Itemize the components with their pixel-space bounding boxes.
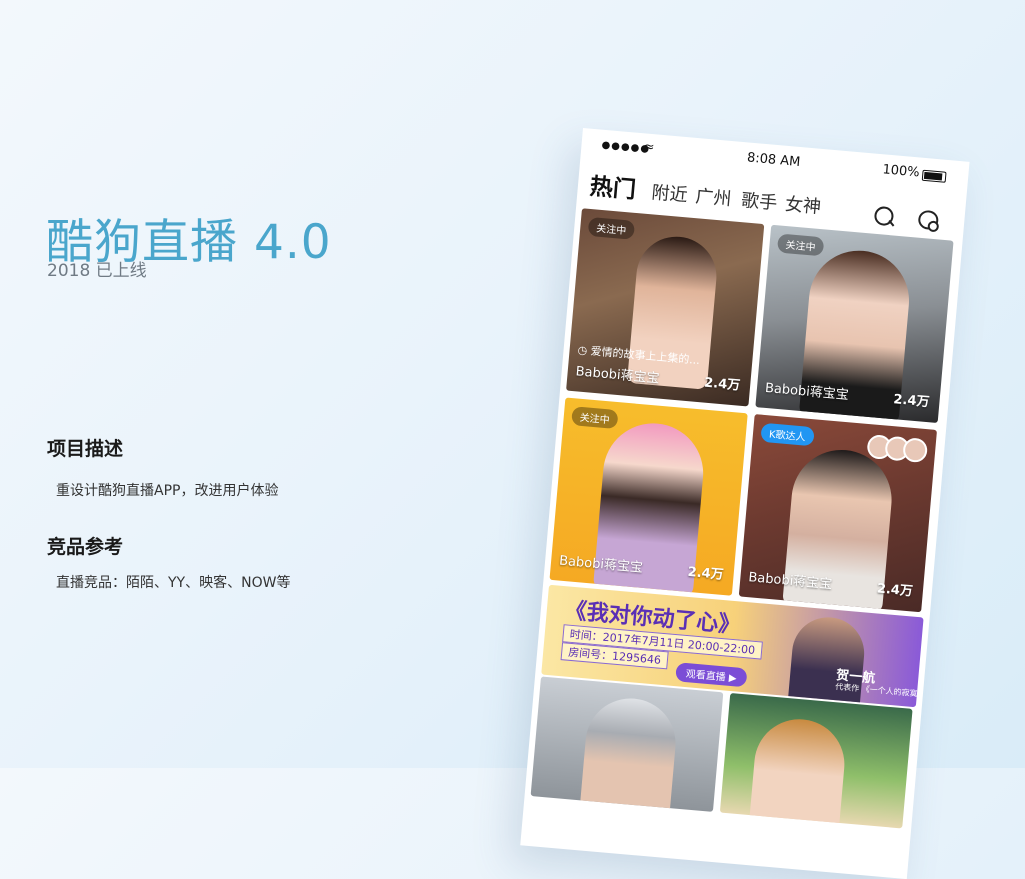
section-body-description: 重设计酷狗直播APP，改进用户体验: [56, 483, 279, 499]
tab-singer[interactable]: 歌手: [740, 186, 778, 215]
viewer-count: 2.4万: [892, 392, 931, 411]
category-tabs: 热门 附近 广州 歌手 女神: [588, 169, 822, 218]
streamer-photo: [579, 694, 680, 812]
live-room-card[interactable]: [530, 676, 724, 812]
page-subtitle: 2018 已上线: [47, 261, 147, 281]
rep-work: 《一个人的寂寞两个人的错》: [861, 684, 924, 703]
live-room-card[interactable]: 关注中 Babobi蒋宝宝 2.4万: [549, 397, 748, 596]
following-badge: 关注中: [571, 406, 619, 430]
message-icon[interactable]: [915, 207, 941, 233]
section-heading-description: 项目描述: [47, 438, 124, 460]
status-time: 8:08 AM: [746, 150, 801, 171]
tab-goddess[interactable]: 女神: [784, 190, 822, 219]
rep-label: 代表作: [834, 682, 860, 694]
play-icon: ▶: [728, 672, 737, 685]
tab-nearby[interactable]: 附近: [651, 178, 689, 207]
live-room-card[interactable]: 关注中 Babobi蒋宝宝 2.4万: [755, 224, 954, 424]
viewer-count: 2.4万: [876, 581, 914, 600]
wifi-icon: ≈: [642, 139, 656, 156]
battery-percent: 100%: [881, 162, 921, 181]
following-badge: 关注中: [587, 216, 636, 240]
following-badge: 关注中: [776, 233, 825, 257]
battery-icon: [921, 169, 947, 183]
phone-mockup: ●●●●● ≈ 8:08 AM 100% 热门 附近 广州 歌手 女神 关注中 …: [520, 128, 970, 879]
tab-hot[interactable]: 热门: [589, 167, 638, 205]
k-singer-badge: K歌达人: [760, 422, 815, 447]
section-heading-competitors: 竞品参考: [47, 536, 124, 558]
viewer-count: 2.4万: [703, 375, 741, 394]
search-icon[interactable]: [871, 204, 897, 230]
live-room-card[interactable]: [719, 692, 913, 829]
status-bar: ●●●●● ≈ 8:08 AM 100%: [580, 128, 969, 194]
streamer-photo: [748, 715, 849, 829]
live-room-card[interactable]: K歌达人 Babobi蒋宝宝 2.4万: [738, 414, 938, 613]
avatar: [902, 437, 929, 464]
live-room-card[interactable]: 关注中 ◷ 爱情的故事上上集的... Babobi蒋宝宝 2.4万: [566, 208, 765, 407]
watch-live-label: 观看直播: [685, 669, 727, 684]
viewer-count: 2.4万: [686, 564, 725, 583]
tab-guangzhou[interactable]: 广州: [694, 182, 733, 211]
watch-live-button[interactable]: 观看直播 ▶: [675, 662, 748, 688]
audience-avatars: [866, 434, 929, 468]
section-body-competitors: 直播竞品：陌陌、YY、映客、NOW等: [56, 575, 291, 591]
